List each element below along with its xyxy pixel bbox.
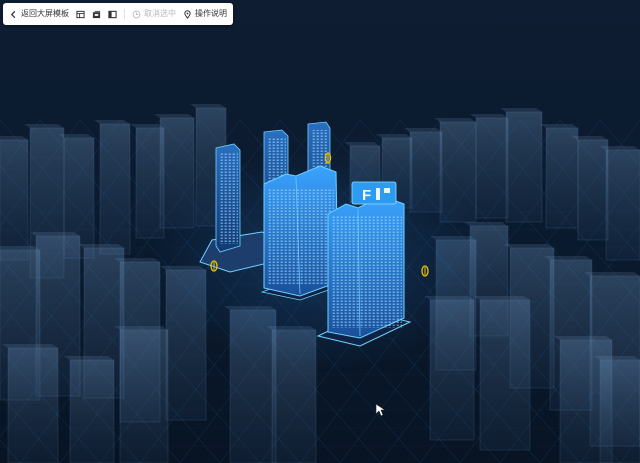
clock-icon (132, 10, 141, 19)
ghost-building (64, 356, 115, 463)
ghost-building (0, 136, 29, 261)
deselect-button[interactable]: 取消选中 (132, 10, 176, 19)
ghost-building (2, 344, 59, 463)
ghost-building (474, 296, 531, 451)
cube-icon (92, 10, 101, 19)
chevron-left-icon (9, 10, 18, 19)
deselect-label: 取消选中 (144, 9, 176, 18)
back-to-template-label: 返回大屏模板 (21, 9, 69, 18)
building-main-right[interactable] (316, 195, 412, 347)
ghost-building (540, 124, 579, 229)
ghost-building (114, 326, 169, 463)
rooftop-sign: F (351, 181, 397, 205)
layers-icon (76, 10, 85, 19)
ghost-building (600, 146, 640, 261)
location-pin-icon (183, 9, 192, 19)
help-label: 操作说明 (195, 9, 227, 18)
view-cube-button[interactable] (92, 10, 101, 19)
ghost-building (470, 114, 509, 219)
view-box-button[interactable] (108, 10, 117, 19)
toolbar-divider (124, 9, 125, 19)
ghost-building (594, 356, 640, 463)
ghost-building (500, 108, 543, 223)
back-to-template-button[interactable]: 返回大屏模板 (9, 10, 69, 19)
top-toolbar: 返回大屏模板 取消选中 操作说明 (3, 3, 233, 25)
view-layers-button[interactable] (76, 10, 85, 19)
city-3d-scene[interactable]: F (0, 0, 640, 463)
tower-rear-left[interactable] (215, 143, 241, 253)
box-icon (108, 10, 117, 19)
help-button[interactable]: 操作说明 (183, 10, 227, 19)
rooftop-sign-letter: F (362, 187, 371, 204)
